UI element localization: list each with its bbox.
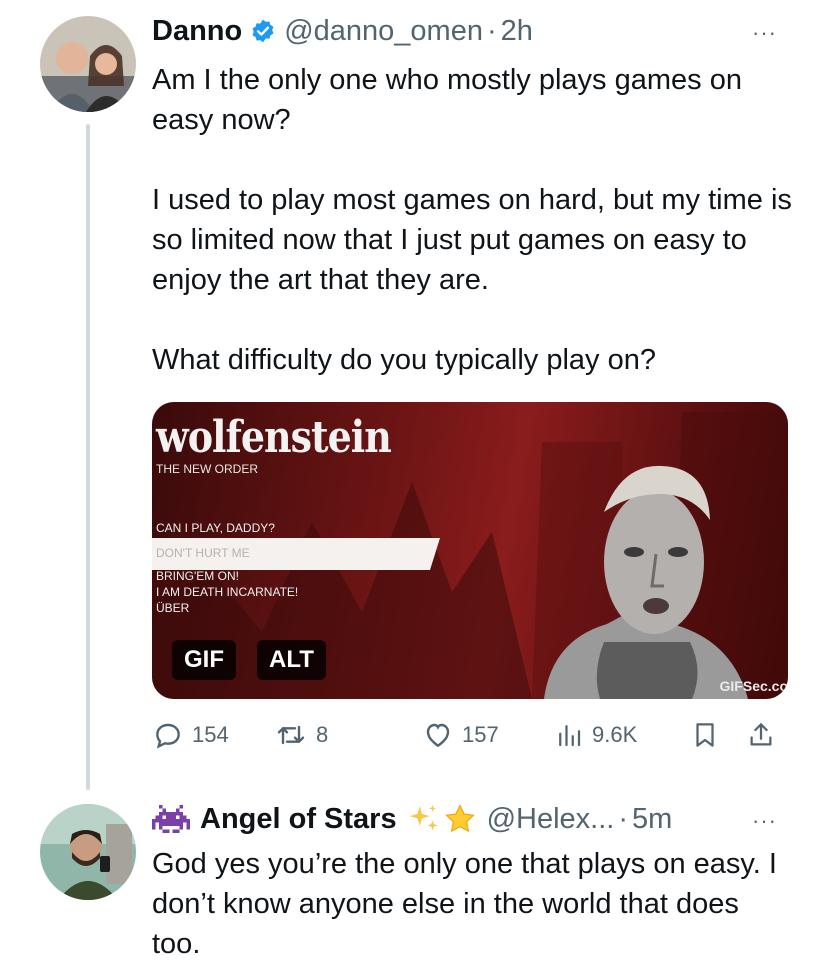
tweet-angel-of-stars[interactable]: Angel of Stars @Helex... · 5m ··· God ye…: [0, 790, 828, 977]
retweet-button[interactable]: 8: [274, 719, 328, 751]
view-count: 9.6K: [592, 722, 638, 747]
more-options-icon[interactable]: ···: [752, 808, 777, 834]
sparkles-icon: [407, 802, 441, 836]
bookmark-icon: [696, 723, 714, 747]
alt-button[interactable]: ALT: [257, 640, 326, 680]
separator-dot: ·: [618, 803, 629, 835]
retweet-icon: [277, 725, 305, 745]
reply-count: 154: [192, 722, 229, 747]
tweet-danno[interactable]: Danno @danno_omen · 2h ··· Am I the only…: [0, 0, 828, 790]
avatar-angel-of-stars[interactable]: [40, 804, 136, 900]
separator-dot: ·: [486, 15, 497, 47]
difficulty-menu: CAN I PLAY, DADDY? DON'T HURT ME BRING'E…: [156, 520, 446, 616]
gif-badge: GIF: [172, 640, 236, 680]
share-button[interactable]: [746, 719, 784, 751]
game-subtitle: THE NEW ORDER: [156, 462, 258, 476]
thread-line: [86, 124, 90, 790]
analytics-icon: [559, 725, 581, 747]
bookmark-button[interactable]: [690, 719, 728, 751]
difficulty-option[interactable]: BRING'EM ON!: [156, 568, 446, 584]
handle[interactable]: @Helex...: [487, 802, 615, 836]
space-invader-icon: [152, 804, 190, 834]
reply-button[interactable]: 154: [152, 719, 229, 751]
difficulty-option[interactable]: ÜBER: [156, 600, 446, 616]
avatar-photo-icon: [40, 16, 136, 112]
watermark: GIFSec.co: [719, 678, 788, 694]
reply-icon: [156, 723, 180, 749]
timestamp[interactable]: 2h: [501, 14, 533, 48]
game-logo: wolfenstein: [156, 410, 392, 463]
avatar-danno[interactable]: [40, 16, 136, 112]
like-count: 157: [462, 722, 499, 747]
timestamp[interactable]: 5m: [632, 802, 672, 836]
display-name[interactable]: Angel of Stars: [200, 802, 397, 836]
tweet-media-gif[interactable]: wolfenstein THE NEW ORDER CAN I PLAY, DA…: [152, 402, 788, 699]
action-bar: 154 8 157 9.6K: [152, 717, 788, 757]
like-button[interactable]: 157: [422, 719, 499, 751]
tweet-text: Am I the only one who mostly plays games…: [152, 64, 792, 376]
views-button[interactable]: 9.6K: [554, 719, 637, 751]
display-name[interactable]: Danno: [152, 14, 242, 48]
avatar-photo-icon: [40, 804, 136, 900]
difficulty-option[interactable]: CAN I PLAY, DADDY?: [156, 520, 446, 538]
handle[interactable]: @danno_omen: [284, 14, 483, 48]
tweet-header: Danno @danno_omen · 2h: [152, 14, 533, 48]
retweet-count: 8: [316, 722, 329, 747]
difficulty-option-selected[interactable]: DON'T HURT ME: [156, 538, 446, 568]
heart-icon: [426, 723, 450, 748]
tweet-text: God yes you’re the only one that plays o…: [152, 848, 777, 960]
tweet-header: Angel of Stars @Helex... · 5m: [152, 802, 672, 836]
share-icon: [750, 723, 772, 746]
difficulty-option[interactable]: I AM DEATH INCARNATE!: [156, 584, 446, 600]
verified-badge-icon: [250, 18, 276, 44]
more-options-icon[interactable]: ···: [752, 20, 777, 46]
star-icon: [443, 802, 477, 836]
